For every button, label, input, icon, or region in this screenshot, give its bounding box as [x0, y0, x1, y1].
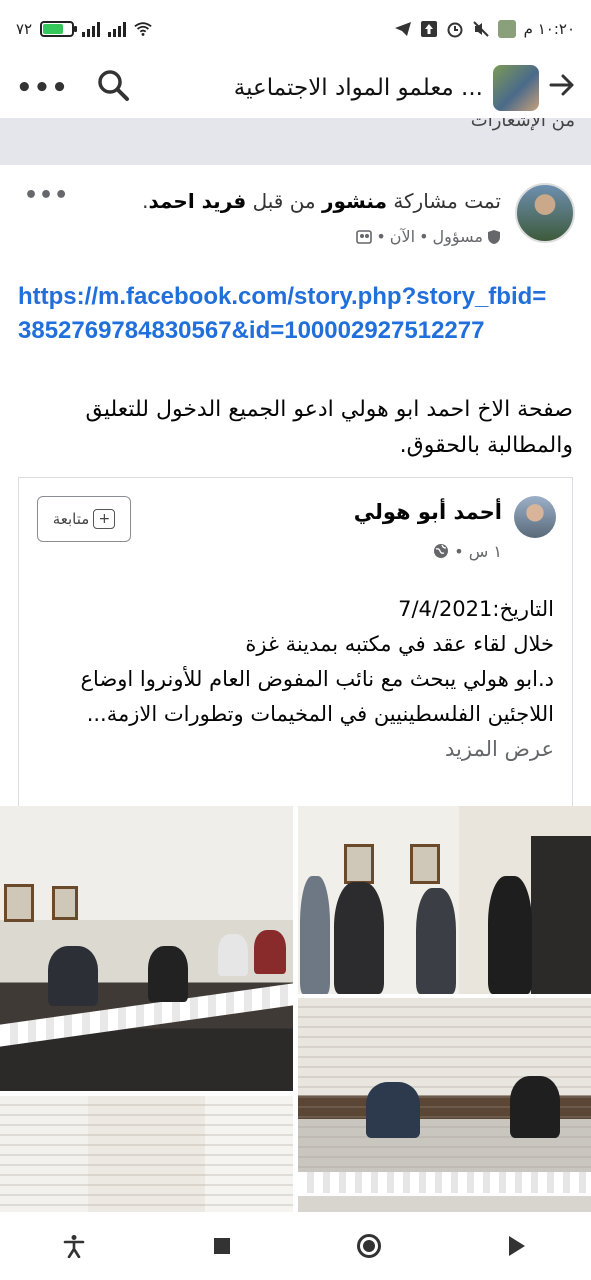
photo-frame-decor-2 — [52, 886, 78, 920]
post-time: الآن — [389, 227, 416, 246]
shared-author-avatar[interactable] — [514, 496, 556, 538]
back-nav-button[interactable] — [497, 1226, 537, 1266]
follow-button[interactable]: + متابعة — [37, 496, 131, 542]
person-figure-6 — [334, 882, 384, 994]
group-cover-thumbnail[interactable] — [493, 65, 539, 111]
home-button[interactable] — [349, 1226, 389, 1266]
upload-icon — [420, 20, 438, 38]
back-button[interactable] — [539, 73, 575, 103]
shared-post-body: التاريخ:7/4/2021 خلال لقاء عقد في مكتبه … — [34, 592, 554, 767]
post-photo-2[interactable] — [298, 806, 591, 994]
telegram-icon — [394, 20, 412, 38]
group-title[interactable]: معلمو المواد الاجتماعية ... — [136, 75, 493, 101]
post-author-line: تمت مشاركة منشور من قبل فريد احمد. — [142, 189, 501, 213]
post-link[interactable]: https://m.facebook.com/story.php?story_f… — [18, 280, 558, 348]
post-header: تمت مشاركة منشور من قبل فريد احمد. مسؤول… — [0, 181, 591, 251]
meta-dot-2: • — [376, 227, 386, 246]
wifi-icon — [134, 20, 152, 38]
person-figure-2 — [148, 946, 188, 1002]
arrow-back-icon — [549, 74, 574, 96]
shared-object-link[interactable]: منشور — [322, 189, 387, 213]
shared-prefix: تمت مشاركة — [393, 189, 501, 213]
follow-label: متابعة — [52, 510, 90, 528]
post-photo-3[interactable] — [298, 998, 591, 1193]
status-left: ٧٢ — [16, 20, 152, 38]
back-triangle-icon — [509, 1236, 526, 1256]
shared-line-date: التاريخ:7/4/2021 — [398, 597, 554, 621]
table-flowers-decor-2 — [298, 1172, 591, 1193]
battery-percent: ٧٢ — [16, 20, 33, 38]
status-time: ١٠:٢٠ م — [523, 20, 575, 38]
photo-frame-decor-3 — [344, 844, 374, 884]
author-avatar[interactable] — [515, 183, 575, 243]
shield-icon — [488, 229, 500, 244]
shared-line-main: د.ابو هولي يبحث مع نائب المفوض العام للأ… — [34, 662, 554, 767]
shared-line-text: د.ابو هولي يبحث مع نائب المفوض العام للأ… — [80, 667, 554, 726]
see-more-link[interactable]: عرض المزيد — [445, 737, 554, 761]
app-header: ••• معلمو المواد الاجتماعية ... — [0, 58, 591, 118]
person-figure — [48, 946, 98, 1006]
person-figure-4 — [254, 930, 286, 974]
table-flowers-decor — [0, 983, 293, 1047]
meta-dot: • — [419, 227, 429, 246]
mute-icon — [472, 20, 490, 38]
search-icon — [98, 70, 129, 101]
status-bar: ٧٢ ١٠:٢٠ م — [0, 0, 591, 58]
home-icon — [357, 1234, 382, 1258]
shared-time-text: ١ س — [468, 542, 502, 561]
photo-frame-decor-4 — [410, 844, 440, 884]
recents-icon — [213, 1238, 230, 1254]
photo-frame-decor — [4, 884, 34, 922]
person-figure-10 — [510, 1076, 560, 1138]
person-figure-8 — [488, 876, 532, 994]
post-photo-5[interactable] — [298, 1196, 591, 1212]
by-word: من قبل — [252, 189, 316, 213]
role-label: مسؤول — [432, 227, 483, 246]
post-meta: مسؤول • الآن • — [356, 227, 501, 246]
post-photo-1[interactable] — [0, 806, 293, 1091]
notification-strip: من الإشعارات — [0, 118, 591, 165]
shared-post-time: ١ س • — [433, 542, 502, 561]
accessibility-icon — [63, 1235, 85, 1258]
alarm-icon — [446, 20, 464, 38]
signal-icon-2 — [108, 21, 127, 37]
post-text: صفحة الاخ احمد ابو هولي ادعو الجميع الدخ… — [85, 397, 573, 458]
post-photo-4[interactable] — [0, 1096, 293, 1212]
person-figure-9 — [366, 1082, 420, 1138]
group-privacy-icon — [356, 229, 373, 244]
accessibility-button[interactable] — [54, 1226, 94, 1266]
battery-level — [43, 24, 64, 34]
person-figure-7 — [416, 888, 456, 994]
status-right: ١٠:٢٠ م — [394, 20, 575, 38]
system-nav-bar — [0, 1212, 591, 1280]
doorway-decor — [531, 836, 591, 994]
person-figure-3 — [218, 934, 248, 976]
more-options-button[interactable]: ••• — [16, 73, 68, 103]
follow-plus-icon: + — [93, 509, 116, 529]
post-more-button[interactable]: ••• — [24, 183, 69, 208]
window-blinds-decor-2 — [0, 1096, 293, 1212]
shared-post-card[interactable]: أحمد أبو هولي ١ س • + متابعة التاريخ:7/4… — [18, 477, 573, 807]
author-name[interactable]: فريد احمد — [148, 189, 246, 213]
shared-meta-dot: • — [454, 542, 464, 561]
globe-icon — [434, 544, 449, 558]
person-figure-5 — [300, 876, 330, 994]
notification-strip-text: من الإشعارات — [470, 118, 575, 131]
battery-icon — [40, 21, 78, 37]
shared-author-name[interactable]: أحمد أبو هولي — [354, 500, 502, 524]
search-button[interactable] — [96, 68, 136, 108]
shared-line-location: خلال لقاء عقد في مكتبه بمدينة غزة — [245, 632, 554, 656]
signal-icon — [82, 21, 101, 37]
recents-button[interactable] — [202, 1226, 242, 1266]
app-thumbnail-icon — [497, 20, 516, 38]
